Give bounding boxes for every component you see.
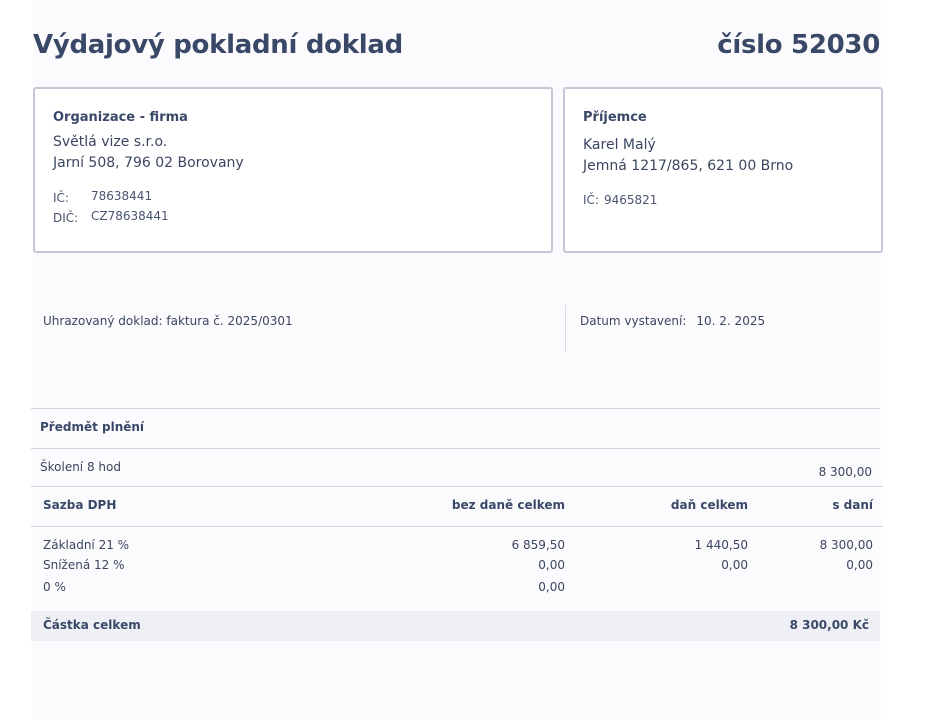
recipient-name: Karel Malý <box>583 137 656 153</box>
divider <box>31 408 880 409</box>
vat-row-rate: Základní 21 % <box>43 538 130 552</box>
vat-header-rate: Sazba DPH <box>43 498 117 512</box>
subject-amount: 8 300,00 <box>818 465 872 479</box>
vat-row-tax: 0,00 <box>721 558 748 572</box>
total-label: Částka celkem <box>43 618 141 632</box>
organization-ic: 78638441 <box>91 189 153 203</box>
vat-header-tax: daň celkem <box>670 498 748 512</box>
divider <box>31 486 883 487</box>
divider <box>31 448 880 449</box>
vat-row-total: 8 300,00 <box>819 538 873 552</box>
vat-row-base: 0,00 <box>538 580 565 594</box>
vat-header-total: s daní <box>832 498 873 512</box>
vat-row-total: 0,00 <box>846 558 873 572</box>
vat-row-rate: 0 % <box>43 580 66 594</box>
organization-address: Jarní 508, 796 02 Borovany <box>53 155 244 171</box>
organization-heading: Organizace - firma <box>53 110 188 125</box>
recipient-address: Jemná 1217/865, 621 00 Brno <box>583 158 794 174</box>
meta-divider <box>565 305 566 353</box>
paid-document: Uhrazovaný doklad: faktura č. 2025/0301 <box>43 314 293 328</box>
document-number: číslo 52030 <box>717 30 880 60</box>
subject-item: Školení 8 hod <box>40 460 121 474</box>
vat-row-tax: 1 440,50 <box>694 538 748 552</box>
issue-date: 10. 2. 2025 <box>696 314 766 328</box>
recipient-ic: 9465821 <box>604 193 658 207</box>
document-title: Výdajový pokladní doklad <box>33 30 403 60</box>
vat-row-base: 0,00 <box>538 558 565 572</box>
recipient-heading: Příjemce <box>583 110 647 125</box>
divider <box>31 526 883 527</box>
total-bar <box>31 611 880 641</box>
vat-row-base: 6 859,50 <box>511 538 565 552</box>
issue-date-row: Datum vystavení: 10. 2. 2025 <box>580 314 765 328</box>
organization-dic-label: DIČ: <box>53 211 79 225</box>
issue-date-label: Datum vystavení: <box>580 314 687 328</box>
organization-ic-label: IČ: <box>53 191 69 205</box>
total-value: 8 300,00 Kč <box>789 618 869 632</box>
recipient-card: Příjemce Karel Malý Jemná 1217/865, 621 … <box>563 87 883 253</box>
organization-dic: CZ78638441 <box>91 209 169 223</box>
recipient-ic-label: IČ: <box>583 193 599 207</box>
subject-heading: Předmět plnění <box>40 420 145 434</box>
vat-header-base: bez daně celkem <box>451 498 565 512</box>
vat-row-rate: Snížená 12 % <box>43 558 125 572</box>
organization-name: Světlá vize s.r.o. <box>53 134 168 150</box>
organization-card: Organizace - firma Světlá vize s.r.o. Ja… <box>33 87 553 253</box>
